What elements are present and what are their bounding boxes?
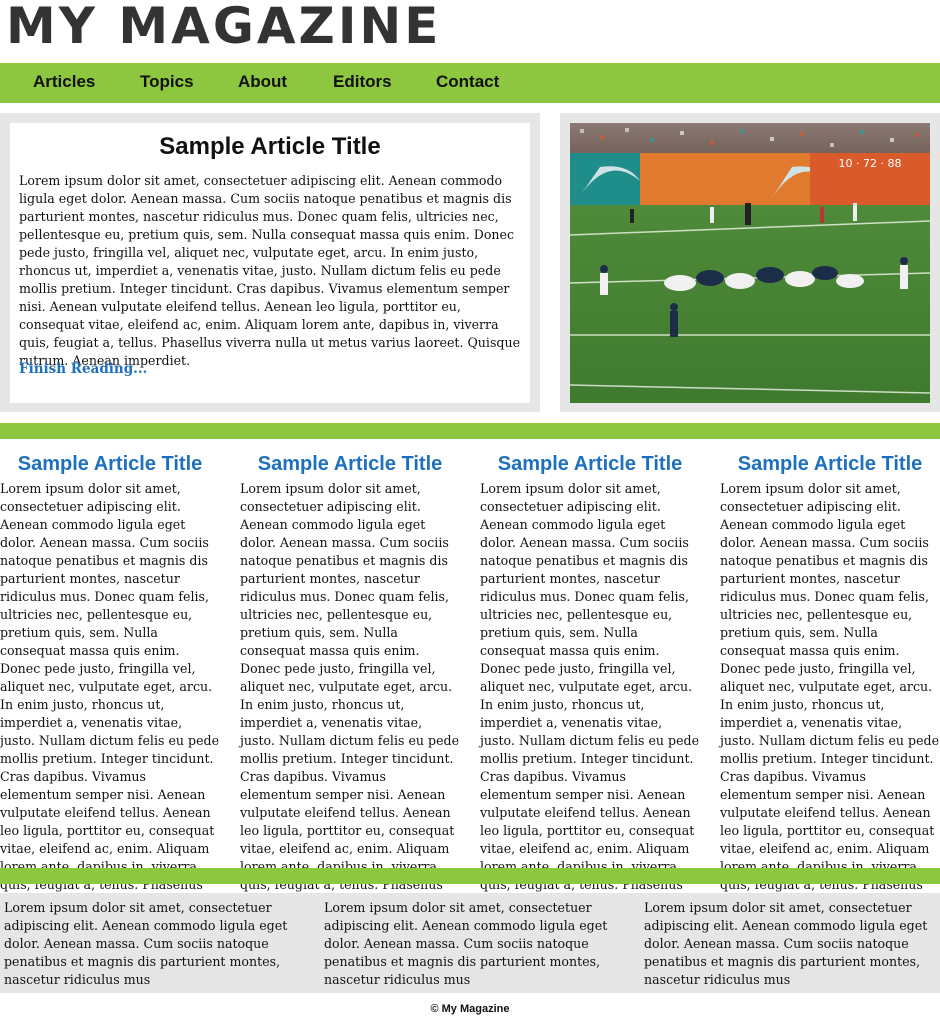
nav-item-editors[interactable]: Editors bbox=[333, 63, 392, 103]
article-title[interactable]: Sample Article Title bbox=[240, 451, 460, 478]
article-body: Lorem ipsum dolor sit amet, consectetuer… bbox=[720, 481, 940, 928]
nav-item-about[interactable]: About bbox=[238, 63, 287, 103]
article-title[interactable]: Sample Article Title bbox=[720, 451, 940, 478]
footer-text-block: Lorem ipsum dolor sit amet, consectetuer… bbox=[324, 900, 608, 987]
featured-article-body: Lorem ipsum dolor sit amet, consectetuer… bbox=[19, 173, 521, 368]
article-column: Sample Article Title Lorem ipsum dolor s… bbox=[240, 451, 460, 930]
article-column: Sample Article Title Lorem ipsum dolor s… bbox=[0, 451, 220, 930]
footer-text-block: Lorem ipsum dolor sit amet, consectetuer… bbox=[4, 900, 288, 987]
footer-text-block: Lorem ipsum dolor sit amet, consectetuer… bbox=[644, 900, 928, 987]
copyright-notice: © My Magazine bbox=[430, 1003, 510, 1015]
section-divider bbox=[0, 423, 940, 439]
article-title[interactable]: Sample Article Title bbox=[0, 451, 220, 478]
article-body: Lorem ipsum dolor sit amet, consectetuer… bbox=[480, 481, 700, 928]
nav-item-topics[interactable]: Topics bbox=[140, 63, 194, 103]
football-game-photo: 10 · 72 · 88 bbox=[570, 123, 930, 403]
article-body: Lorem ipsum dolor sit amet, consectetuer… bbox=[240, 481, 460, 928]
nav-item-articles[interactable]: Articles bbox=[33, 63, 95, 103]
article-column: Sample Article Title Lorem ipsum dolor s… bbox=[480, 451, 700, 930]
featured-article-card: Sample Article Title Lorem ipsum dolor s… bbox=[10, 123, 530, 403]
nav-item-contact[interactable]: Contact bbox=[436, 63, 499, 103]
main-nav: Articles Topics About Editors Contact bbox=[0, 63, 940, 103]
footer-panel: Lorem ipsum dolor sit amet, consectetuer… bbox=[0, 893, 940, 993]
featured-article-panel: Sample Article Title Lorem ipsum dolor s… bbox=[0, 113, 540, 412]
featured-article-title: Sample Article Title bbox=[159, 133, 381, 160]
section-divider bbox=[0, 868, 940, 884]
finish-reading-link[interactable]: Finish Reading... bbox=[19, 361, 147, 377]
featured-photo-panel: 10 · 72 · 88 bbox=[560, 113, 940, 412]
article-body: Lorem ipsum dolor sit amet, consectetuer… bbox=[0, 481, 220, 928]
article-title[interactable]: Sample Article Title bbox=[480, 451, 700, 478]
masthead: MY MAGAZINE bbox=[6, 0, 441, 55]
site-logo[interactable]: MY MAGAZINE bbox=[6, 0, 441, 55]
svg-text:10 · 72 · 88: 10 · 72 · 88 bbox=[839, 157, 902, 170]
article-column: Sample Article Title Lorem ipsum dolor s… bbox=[720, 451, 940, 930]
